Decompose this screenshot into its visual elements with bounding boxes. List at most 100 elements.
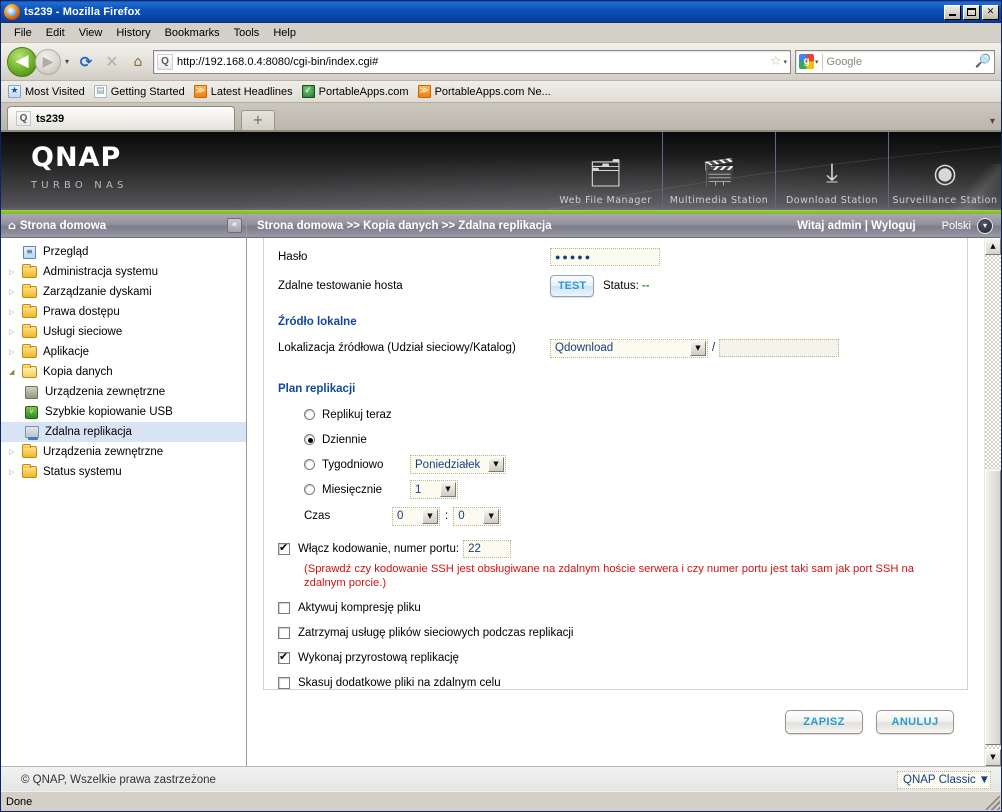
sidebar-item-uslugi-sieciowe[interactable]: ▷ Usługi sieciowe bbox=[1, 322, 246, 342]
url-bar[interactable]: Q http://192.168.0.4:8080/cgi-bin/index.… bbox=[153, 49, 791, 74]
scroll-up-icon[interactable]: ▲ bbox=[985, 238, 1001, 255]
minimize-button[interactable] bbox=[944, 4, 961, 20]
radio-replicate-now[interactable] bbox=[304, 409, 315, 420]
search-input[interactable]: Google bbox=[827, 56, 975, 68]
expand-arrow-icon[interactable]: ▷ bbox=[9, 328, 21, 336]
sidebar-item-aplikacje[interactable]: ▷ Aplikacje bbox=[1, 342, 246, 362]
sidebar-item-szybkie-kopiowanie-usb[interactable]: ⑂ Szybkie kopiowanie USB bbox=[1, 402, 246, 422]
monthday-select[interactable]: 1 ▼ bbox=[410, 480, 458, 499]
sidebar-item-administracja-systemu[interactable]: ▷ Administracja systemu bbox=[1, 262, 246, 282]
sidebar-item-prawa-dostepu[interactable]: ▷ Prawa dostępu bbox=[1, 302, 246, 322]
menu-edit[interactable]: Edit bbox=[39, 25, 72, 41]
scrollbar-track[interactable] bbox=[985, 255, 1001, 749]
option-compression-row[interactable]: Aktywuj kompresję pliku bbox=[278, 595, 953, 620]
chevron-down-icon[interactable]: ▼ bbox=[690, 340, 706, 356]
source-share-select[interactable]: Qdownload ▼ bbox=[550, 338, 708, 358]
forward-button[interactable]: ▶ bbox=[35, 48, 61, 75]
menu-history[interactable]: History bbox=[109, 25, 157, 41]
expand-arrow-icon[interactable]: ▷ bbox=[9, 268, 21, 276]
expand-arrow-icon[interactable]: ▷ bbox=[9, 288, 21, 296]
chevron-down-icon[interactable]: ▾ bbox=[977, 217, 993, 234]
collapse-sidebar-icon[interactable]: « bbox=[227, 218, 242, 233]
page-scrollbar[interactable]: ▲ ▼ bbox=[984, 238, 1001, 766]
back-button[interactable]: ◀ bbox=[7, 46, 37, 77]
checkbox-enable-compression[interactable] bbox=[278, 601, 290, 614]
chevron-down-icon[interactable]: ▼ bbox=[422, 508, 438, 524]
schedule-option-weekly[interactable]: Tygodniowo Poniedziałek ▼ bbox=[278, 452, 953, 477]
option-encryption-row[interactable]: Włącz kodowanie, numer portu: 22 bbox=[278, 536, 953, 561]
radio-weekly[interactable] bbox=[304, 459, 315, 470]
reload-icon[interactable]: ⟳ bbox=[73, 49, 99, 75]
close-button[interactable]: ✕ bbox=[982, 4, 999, 20]
sidebar-item-zdalna-replikacja[interactable]: Zdalna replikacja bbox=[1, 422, 246, 442]
schedule-option-daily[interactable]: Dziennie bbox=[278, 427, 953, 452]
bookmark-portableapps-news[interactable]: ≫ PortableApps.com Ne... bbox=[416, 84, 556, 99]
sidebar-item-kopia-danych[interactable]: ◢ Kopia danych bbox=[1, 362, 246, 382]
save-button[interactable]: ZAPISZ bbox=[785, 710, 863, 734]
maximize-button[interactable] bbox=[963, 4, 980, 20]
bookmark-portableapps[interactable]: ✓ PortableApps.com bbox=[300, 84, 414, 99]
option-delete-extra-row[interactable]: Skasuj dodatkowe pliki na zdalnym celu bbox=[278, 670, 953, 695]
schedule-option-replicate-now[interactable]: Replikuj teraz bbox=[278, 402, 953, 427]
option-incremental-row[interactable]: Wykonaj przyrostową replikację bbox=[278, 645, 953, 670]
sidebar-item-urzadzenia-zewnetrzne[interactable]: ▷ Urządzenia zewnętrzne bbox=[1, 442, 246, 462]
chevron-down-icon[interactable]: ▼ bbox=[483, 508, 500, 524]
chevron-down-icon[interactable]: ▼ bbox=[440, 482, 456, 497]
cancel-button[interactable]: ANULUJ bbox=[876, 710, 954, 734]
language-label[interactable]: Polski bbox=[942, 220, 971, 232]
menu-tools[interactable]: Tools bbox=[227, 25, 267, 41]
checkbox-enable-encryption[interactable] bbox=[278, 542, 290, 555]
menu-help[interactable]: Help bbox=[266, 25, 303, 41]
password-input[interactable]: ●●●●● bbox=[550, 248, 660, 266]
user-greeting-logout[interactable]: Witaj admin | Wyloguj bbox=[797, 220, 916, 232]
checkbox-stop-file-services[interactable] bbox=[278, 626, 290, 639]
radio-monthly[interactable] bbox=[304, 484, 315, 495]
bookmark-most-visited[interactable]: ★ Most Visited bbox=[6, 84, 90, 99]
option-stop-services-row[interactable]: Zatrzymaj usługę plików sieciowych podcz… bbox=[278, 620, 953, 645]
menu-bookmarks[interactable]: Bookmarks bbox=[158, 25, 227, 41]
theme-select[interactable]: QNAP Classic ▼ bbox=[897, 770, 991, 789]
bookmark-getting-started[interactable]: ▤ Getting Started bbox=[92, 84, 190, 99]
search-icon[interactable]: 🔍 bbox=[975, 54, 991, 69]
search-engine-caret-icon[interactable]: ▾ bbox=[815, 58, 819, 66]
collapse-arrow-icon[interactable]: ◢ bbox=[9, 368, 21, 376]
station-web-file-manager[interactable]: 🗂 Web File Manager bbox=[549, 132, 662, 210]
time-hour-select[interactable]: 0 ▼ bbox=[392, 506, 440, 526]
sidebar-item-przeglad[interactable]: ≡ Przegląd bbox=[1, 242, 246, 262]
chevron-down-icon[interactable]: ▼ bbox=[979, 774, 990, 786]
scroll-down-icon[interactable]: ▼ bbox=[985, 749, 1001, 766]
new-tab-button[interactable]: + bbox=[241, 110, 275, 130]
sidebar-item-zarzadzanie-dyskami[interactable]: ▷ Zarządzanie dyskami bbox=[1, 282, 246, 302]
source-path-input[interactable] bbox=[719, 339, 840, 357]
test-button[interactable]: TEST bbox=[550, 275, 594, 297]
history-dropdown-icon[interactable]: ▾ bbox=[61, 57, 73, 66]
tab-ts239[interactable]: Q ts239 bbox=[7, 106, 235, 130]
stop-icon[interactable]: ✕ bbox=[99, 49, 125, 75]
ssh-port-input[interactable]: 22 bbox=[463, 539, 512, 558]
radio-daily[interactable] bbox=[304, 434, 315, 445]
scrollbar-thumb[interactable] bbox=[985, 470, 1001, 745]
station-surveillance[interactable]: ◉ Surveillance Station bbox=[888, 132, 1001, 210]
menu-view[interactable]: View bbox=[72, 25, 110, 41]
time-minute-select[interactable]: 0 ▼ bbox=[453, 506, 502, 526]
sidebar-item-status-systemu[interactable]: ▷ Status systemu bbox=[1, 462, 246, 482]
expand-arrow-icon[interactable]: ▷ bbox=[9, 308, 21, 316]
schedule-option-monthly[interactable]: Miesięcznie 1 ▼ bbox=[278, 477, 953, 502]
weekday-select[interactable]: Poniedziałek ▼ bbox=[410, 455, 506, 474]
menu-file[interactable]: File bbox=[7, 25, 39, 41]
station-download[interactable]: ⤓ Download Station bbox=[775, 132, 888, 210]
window-resize-grip[interactable] bbox=[986, 796, 1000, 810]
expand-arrow-icon[interactable]: ▷ bbox=[9, 468, 21, 476]
station-multimedia[interactable]: 🎬 Multimedia Station bbox=[662, 132, 775, 210]
sidebar-item-urzadzenia-zewnetrzne-sub[interactable]: Urządzenia zewnętrzne bbox=[1, 382, 246, 402]
expand-arrow-icon[interactable]: ▷ bbox=[9, 448, 21, 456]
bookmark-star-icon[interactable]: ☆ bbox=[770, 54, 782, 69]
checkbox-delete-extra-files[interactable] bbox=[278, 676, 290, 689]
home-icon[interactable]: ⌂ bbox=[125, 49, 151, 75]
search-bar[interactable]: ▾ Google 🔍 bbox=[795, 49, 995, 74]
chevron-down-icon[interactable]: ▼ bbox=[488, 457, 504, 472]
url-input[interactable]: http://192.168.0.4:8080/cgi-bin/index.cg… bbox=[177, 56, 768, 68]
bookmark-latest-headlines[interactable]: ≫ Latest Headlines bbox=[192, 84, 298, 99]
url-dropdown-icon[interactable]: ▾ bbox=[783, 58, 787, 66]
tab-list-icon[interactable]: ▾ bbox=[990, 116, 995, 127]
